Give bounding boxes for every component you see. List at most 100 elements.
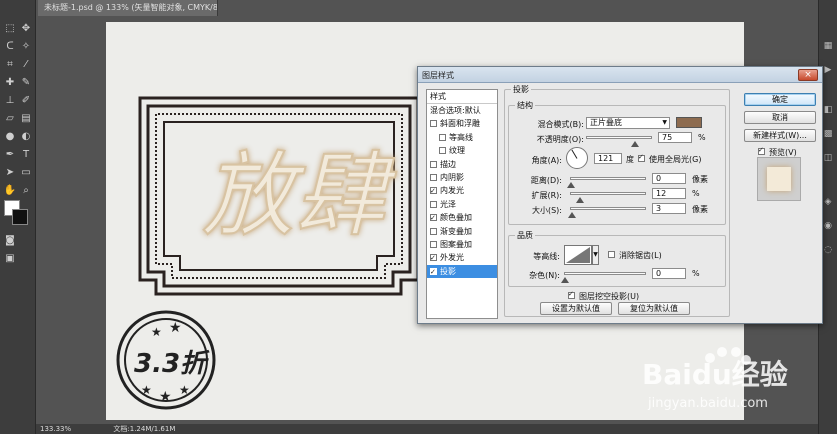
style-list-item[interactable]: 等高线 (427, 131, 497, 144)
style-list-item[interactable]: 斜面和浮雕 (427, 117, 497, 130)
zoom-tool-icon[interactable]: ⌕ (19, 184, 33, 198)
style-item-label: 描边 (440, 159, 456, 169)
pen-tool-icon[interactable]: ✒ (3, 148, 17, 162)
style-item-label: 颜色叠加 (440, 213, 472, 223)
blur-tool-icon[interactable]: ● (3, 130, 17, 144)
distance-unit: 像素 (692, 175, 708, 184)
reset-default-button[interactable]: 复位为默认值 (618, 302, 690, 315)
distance-slider[interactable] (567, 177, 646, 188)
distance-slider-thumb[interactable] (567, 182, 575, 188)
style-list-item[interactable]: 图案叠加 (427, 238, 497, 251)
zoom-level[interactable]: 133.33% (40, 425, 71, 433)
size-slider-thumb[interactable] (567, 212, 576, 218)
stamp-tool-icon[interactable]: ⊥ (3, 94, 17, 108)
style-item-checkbox[interactable] (430, 212, 437, 225)
healing-brush-tool-icon[interactable]: ✚ (3, 76, 17, 90)
shape-tool-icon[interactable]: ▭ (19, 166, 33, 180)
spread-input[interactable]: 12 (652, 188, 686, 199)
color-panel-icon[interactable]: ◧ (822, 104, 834, 116)
noise-input[interactable]: 0 (652, 268, 686, 279)
cancel-button[interactable]: 取消 (744, 111, 816, 124)
quick-mask-icon[interactable]: ◙ (3, 234, 17, 248)
actions-panel-icon[interactable]: ▶ (822, 64, 834, 76)
style-list-item[interactable]: 渐变叠加 (427, 225, 497, 238)
size-label: 大小(S): (531, 206, 562, 215)
contour-picker[interactable] (564, 245, 592, 265)
style-item-label: 光泽 (440, 199, 456, 209)
marquee-tool-icon[interactable]: ⬚ (3, 22, 17, 36)
style-item-label: 纹理 (449, 146, 465, 156)
style-item-checkbox[interactable] (430, 120, 437, 128)
style-item-checkbox[interactable] (439, 147, 446, 155)
opacity-input[interactable]: 75 (658, 132, 692, 143)
style-item-checkbox[interactable] (430, 185, 437, 198)
style-list-item[interactable]: 光泽 (427, 198, 497, 211)
style-item-checkbox[interactable] (430, 160, 437, 168)
eyedropper-tool-icon[interactable]: ⁄ (19, 58, 33, 72)
style-list-item[interactable]: 混合选项:默认 (427, 104, 497, 117)
dodge-tool-icon[interactable]: ◐ (19, 130, 33, 144)
magic-wand-tool-icon[interactable]: ✧ (19, 40, 33, 54)
style-list-item[interactable]: 纹理 (427, 144, 497, 157)
noise-slider[interactable] (561, 272, 646, 283)
crop-tool-icon[interactable]: ⌗ (3, 58, 17, 72)
noise-slider-thumb[interactable] (561, 277, 569, 283)
style-list-item[interactable]: 内阴影 (427, 171, 497, 184)
style-item-checkbox[interactable] (430, 173, 437, 181)
make-default-button[interactable]: 设置为默认值 (540, 302, 612, 315)
hand-tool-icon[interactable]: ✋ (3, 184, 17, 198)
style-list-item[interactable]: 描边 (427, 158, 497, 171)
style-item-checkbox[interactable] (430, 240, 437, 248)
channels-panel-icon[interactable]: ◉ (822, 220, 834, 232)
anti-alias-checkbox[interactable] (608, 251, 615, 258)
angle-input[interactable]: 121 (594, 153, 622, 164)
style-list-item[interactable]: 内发光 (427, 184, 497, 198)
layers-panel-icon[interactable]: ◈ (822, 196, 834, 208)
gradient-tool-icon[interactable]: ▤ (19, 112, 33, 126)
angle-dial[interactable] (566, 147, 588, 169)
ok-button[interactable]: 确定 (744, 93, 816, 106)
paths-panel-icon[interactable]: ◌ (822, 244, 834, 256)
global-light-checkbox[interactable] (638, 153, 645, 162)
size-input[interactable]: 3 (652, 203, 686, 214)
swatches-panel-icon[interactable]: ▩ (822, 128, 834, 140)
history-panel-icon[interactable]: ▦ (822, 40, 834, 52)
opacity-slider[interactable] (586, 136, 652, 147)
size-slider[interactable] (567, 207, 646, 218)
opacity-slider-thumb[interactable] (631, 141, 639, 147)
style-list-item[interactable]: 外发光 (427, 251, 497, 265)
lasso-tool-icon[interactable]: ᑕ (3, 40, 17, 54)
style-item-checkbox[interactable] (430, 266, 437, 278)
style-item-checkbox[interactable] (439, 133, 446, 141)
global-light-label: 使用全局光(G) (649, 155, 702, 164)
badge-star-icon: ★ (151, 325, 162, 339)
move-tool-icon[interactable]: ✥ (19, 22, 33, 36)
angle-dial-needle (571, 149, 578, 159)
dialog-titlebar[interactable]: 图层样式 × (418, 67, 822, 83)
document-tab[interactable]: 未标题-1.psd @ 133% (矢量智能对象, CMYK/8) * × (38, 0, 218, 16)
noise-label: 杂色(N): (529, 271, 560, 280)
style-item-checkbox[interactable] (430, 252, 437, 265)
style-item-checkbox[interactable] (430, 227, 437, 235)
preview-checkbox[interactable] (758, 146, 765, 155)
history-brush-tool-icon[interactable]: ✐ (19, 94, 33, 108)
knockout-checkbox[interactable] (568, 290, 575, 299)
style-list-item[interactable]: 投影 (427, 264, 497, 279)
shadow-color-swatch[interactable] (676, 117, 702, 128)
brush-tool-icon[interactable]: ✎ (19, 76, 33, 90)
spread-slider[interactable] (570, 192, 646, 203)
style-list-item[interactable]: 颜色叠加 (427, 211, 497, 225)
new-style-button[interactable]: 新建样式(W)... (744, 129, 816, 142)
style-item-checkbox[interactable] (430, 200, 437, 208)
path-selection-tool-icon[interactable]: ➤ (3, 166, 17, 180)
contour-dropdown-icon[interactable]: ▼ (592, 245, 599, 265)
spread-slider-thumb[interactable] (575, 197, 584, 203)
background-color-swatch[interactable] (12, 209, 28, 225)
blend-mode-select[interactable]: 正片叠底 ▼ (586, 117, 670, 129)
eraser-tool-icon[interactable]: ▱ (3, 112, 17, 126)
styles-panel-icon[interactable]: ◫ (822, 152, 834, 164)
screen-mode-icon[interactable]: ▣ (3, 252, 17, 266)
distance-input[interactable]: 0 (652, 173, 686, 184)
close-icon[interactable]: × (798, 69, 818, 81)
type-tool-icon[interactable]: T (19, 148, 33, 162)
